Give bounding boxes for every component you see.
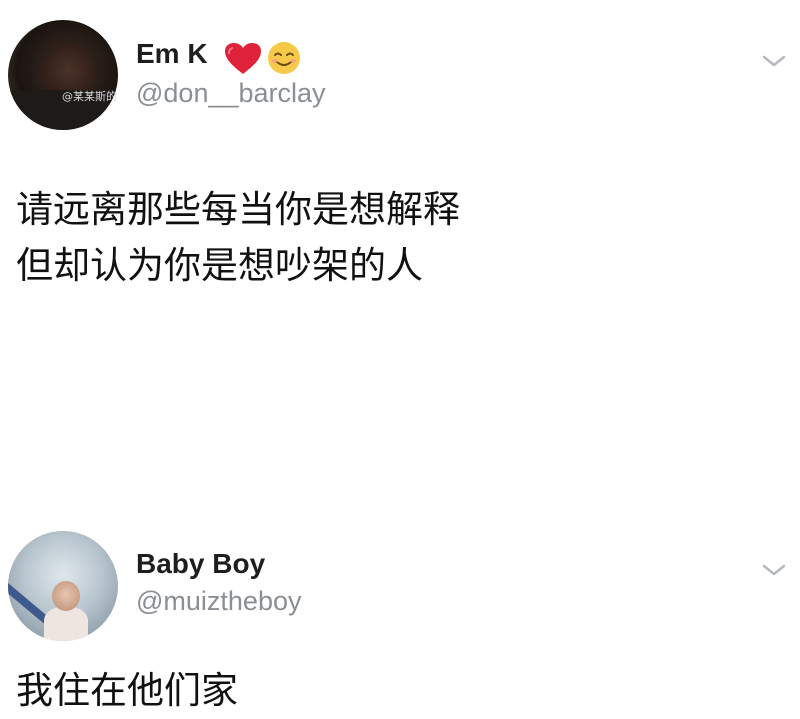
tweet-text: 我住在他们家 bbox=[16, 663, 238, 719]
avatar[interactable] bbox=[8, 20, 118, 130]
red-heart-icon bbox=[225, 43, 261, 74]
chevron-down-icon[interactable] bbox=[760, 52, 788, 70]
avatar-body bbox=[44, 607, 88, 641]
tweet-card[interactable]: Baby Boy @muiztheboy 我住在他们家 bbox=[0, 515, 800, 714]
tweet-text-line: 但却认为你是想吵架的人 bbox=[16, 244, 423, 287]
display-name[interactable]: Baby Boy bbox=[136, 548, 265, 580]
tweet-card[interactable]: @某某斯的 Em K @don__barclay 请远离那些每当你是想解释 但却… bbox=[0, 0, 800, 340]
username-handle[interactable]: @muiztheboy bbox=[136, 586, 301, 617]
display-name[interactable]: Em K bbox=[136, 38, 208, 70]
avatar-face bbox=[52, 581, 80, 611]
username-handle[interactable]: @don__barclay bbox=[136, 78, 326, 109]
tweet-text-line: 请远离那些每当你是想解释 bbox=[16, 188, 460, 231]
avatar[interactable] bbox=[8, 531, 118, 641]
tweet-text-line: 我住在他们家 bbox=[16, 669, 238, 712]
tweet-text: 请远离那些每当你是想解释 但却认为你是想吵架的人 bbox=[16, 182, 460, 294]
smiling-face-icon bbox=[268, 42, 300, 74]
watermark-text: @某某斯的 bbox=[62, 90, 117, 103]
chevron-down-icon[interactable] bbox=[760, 561, 788, 579]
